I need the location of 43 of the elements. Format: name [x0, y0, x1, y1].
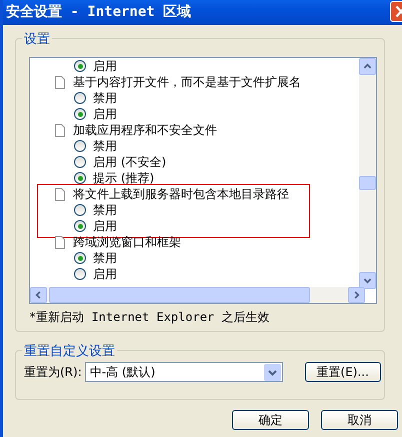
setting-title: 将文件上载到服务器时包含本地目录路径	[73, 186, 289, 202]
setting-title: 加载应用程序和不安全文件	[73, 122, 217, 138]
scroll-left-icon[interactable]	[30, 287, 47, 303]
scroll-right-icon[interactable]	[348, 287, 365, 303]
horizontal-scrollbar[interactable]	[30, 287, 365, 303]
document-icon	[55, 188, 65, 200]
option-label[interactable]: 启用	[93, 218, 117, 234]
scroll-down-icon[interactable]	[359, 272, 376, 289]
reset-button[interactable]: 重置(E)...	[304, 362, 381, 382]
radio-button[interactable]	[74, 172, 86, 184]
radio-button[interactable]	[74, 252, 86, 264]
option-label[interactable]: 禁用	[93, 138, 117, 154]
option-label[interactable]: 启用	[93, 106, 117, 122]
restart-note: *重新启动 Internet Explorer 之后生效	[29, 309, 270, 326]
field-label: 重置为(R):	[24, 364, 82, 381]
window-title: 安全设置 - Internet 区域	[6, 4, 192, 20]
option-label[interactable]: 提示 (推荐)	[93, 170, 154, 186]
radio-button[interactable]	[74, 140, 86, 152]
option-label[interactable]: 禁用	[93, 250, 117, 266]
radio-button[interactable]	[74, 92, 86, 104]
option-label[interactable]: 禁用	[93, 202, 117, 218]
scroll-up-icon[interactable]	[359, 58, 376, 75]
reset-level-dropdown[interactable]: 中-高 (默认)	[84, 362, 283, 382]
radio-button[interactable]	[74, 60, 86, 72]
option-label[interactable]: 启用 (不安全)	[93, 154, 166, 170]
scroll-thumb[interactable]	[359, 176, 376, 190]
radio-button[interactable]	[74, 108, 86, 120]
setting-title: 基于内容打开文件，而不是基于文件扩展名	[73, 74, 301, 90]
ok-button[interactable]: 确定	[232, 410, 309, 430]
cancel-button[interactable]: 取消	[321, 410, 398, 430]
option-label[interactable]: 启用	[93, 58, 117, 74]
radio-button[interactable]	[74, 204, 86, 216]
document-icon	[55, 76, 65, 88]
vertical-scrollbar[interactable]	[359, 58, 376, 289]
scroll-thumb[interactable]	[49, 287, 310, 303]
radio-button[interactable]	[74, 156, 86, 168]
setting-title: 跨域浏览窗口和框架	[73, 234, 181, 250]
document-icon	[55, 236, 65, 248]
option-label[interactable]: 禁用	[93, 90, 117, 106]
radio-button[interactable]	[74, 220, 86, 232]
document-icon	[55, 124, 65, 136]
option-label[interactable]: 启用	[93, 266, 117, 282]
radio-button[interactable]	[74, 268, 86, 280]
